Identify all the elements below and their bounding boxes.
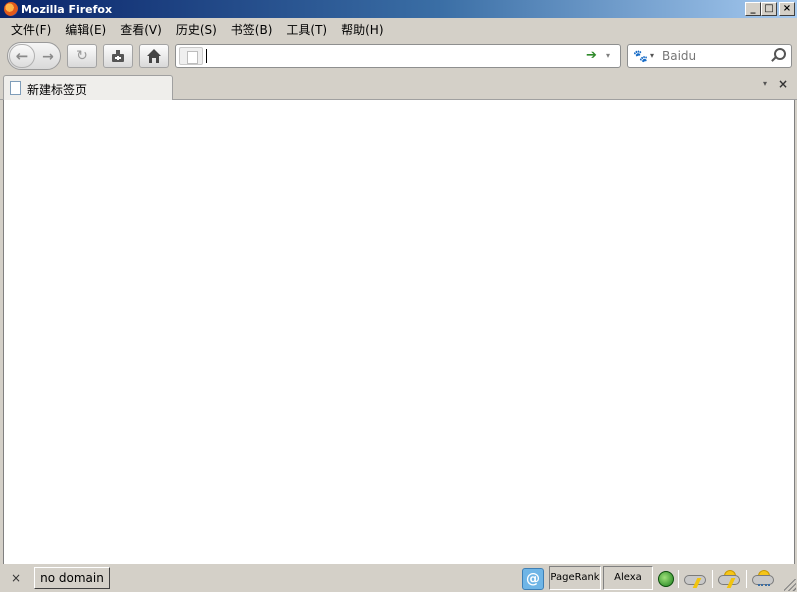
status-bar: × no domain @ PageRank Alexa bbox=[0, 564, 797, 592]
domain-button[interactable]: no domain bbox=[34, 567, 110, 589]
page-content[interactable] bbox=[3, 100, 795, 564]
tab-new-tab[interactable]: 新建标签页 bbox=[3, 75, 173, 100]
tab-strip: 新建标签页 ▾ × bbox=[0, 72, 797, 100]
resize-grip-icon[interactable] bbox=[784, 579, 796, 591]
menu-file[interactable]: 文件(F) bbox=[4, 21, 58, 38]
maximize-button[interactable]: □ bbox=[761, 2, 777, 16]
menu-view[interactable]: 查看(V) bbox=[113, 21, 169, 38]
url-input[interactable] bbox=[206, 47, 576, 65]
search-input[interactable] bbox=[662, 48, 762, 64]
reload-button[interactable]: ↻ bbox=[67, 44, 97, 68]
separator bbox=[678, 570, 679, 588]
firefox-icon bbox=[4, 2, 18, 16]
downloads-icon bbox=[112, 50, 124, 62]
baidu-paw-icon[interactable]: 🐾 bbox=[633, 48, 648, 64]
back-button[interactable]: ← bbox=[9, 44, 35, 68]
green-status-icon[interactable] bbox=[658, 571, 674, 587]
home-icon bbox=[147, 49, 161, 63]
sun-rain-icon[interactable] bbox=[750, 569, 776, 589]
title-bar: Mozilla Firefox _ □ × bbox=[0, 0, 797, 18]
separator bbox=[712, 570, 713, 588]
back-forward-group: ← → bbox=[7, 42, 61, 70]
site-identity-icon[interactable] bbox=[179, 47, 203, 65]
blank-page-icon bbox=[10, 81, 21, 95]
forward-button[interactable]: → bbox=[38, 47, 58, 67]
search-icon[interactable] bbox=[769, 47, 786, 65]
menu-bar: 文件(F) 编辑(E) 查看(V) 历史(S) 书签(B) 工具(T) 帮助(H… bbox=[0, 18, 797, 40]
menu-help[interactable]: 帮助(H) bbox=[334, 21, 390, 38]
navigation-toolbar: ← → ↻ ➔ ▾ 🐾 ▾ bbox=[0, 40, 797, 72]
menu-tools[interactable]: 工具(T) bbox=[279, 21, 334, 38]
tab-label: 新建标签页 bbox=[27, 83, 88, 97]
separator bbox=[746, 570, 747, 588]
url-bar[interactable]: ➔ ▾ bbox=[175, 44, 621, 68]
alexa-panel[interactable]: Alexa bbox=[603, 566, 653, 590]
url-history-dropdown-icon[interactable]: ▾ bbox=[606, 47, 616, 65]
minimize-button[interactable]: _ bbox=[745, 2, 761, 16]
statusbar-close-icon[interactable]: × bbox=[11, 571, 21, 585]
tab-list-dropdown-icon[interactable]: ▾ bbox=[763, 79, 767, 88]
text-caret bbox=[206, 49, 207, 63]
window-controls: _ □ × bbox=[745, 2, 795, 16]
close-tab-icon[interactable]: × bbox=[778, 77, 788, 91]
pagerank-panel[interactable]: PageRank bbox=[549, 566, 601, 590]
window-title: Mozilla Firefox bbox=[21, 2, 113, 16]
engine-dropdown-icon[interactable]: ▾ bbox=[650, 48, 654, 64]
at-sign-icon[interactable]: @ bbox=[522, 568, 544, 590]
go-arrow-icon[interactable]: ➔ bbox=[586, 47, 600, 65]
search-bar[interactable]: 🐾 ▾ bbox=[627, 44, 792, 68]
menu-bookmarks[interactable]: 书签(B) bbox=[224, 21, 280, 38]
menu-history[interactable]: 历史(S) bbox=[169, 21, 224, 38]
home-button[interactable] bbox=[139, 44, 169, 68]
downloads-button[interactable] bbox=[103, 44, 133, 68]
storm-cloud-icon[interactable] bbox=[682, 569, 708, 589]
sun-storm-icon[interactable] bbox=[716, 569, 742, 589]
close-button[interactable]: × bbox=[779, 2, 795, 16]
menu-edit[interactable]: 编辑(E) bbox=[58, 21, 113, 38]
